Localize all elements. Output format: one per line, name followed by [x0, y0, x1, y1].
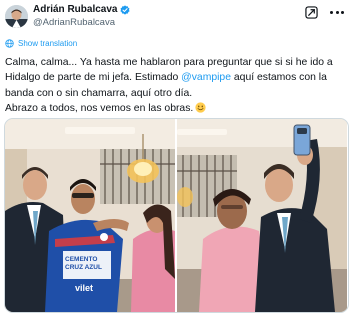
svg-text:CRUZ AZUL: CRUZ AZUL	[65, 264, 102, 271]
svg-text:vilet: vilet	[75, 283, 93, 293]
author-handle[interactable]: @AdrianRubalcava	[33, 17, 130, 29]
svg-text:CEMENTO: CEMENTO	[65, 256, 97, 263]
tweet-text-segment: Abrazo a todos, nos vemos en las obras.	[5, 102, 194, 114]
smiling-face-emoji	[195, 102, 206, 113]
tweet-text-segment: aquí estamos con la	[231, 72, 327, 84]
tweet-text-line: banda con o sin chamarra, aquí otro día.	[5, 87, 193, 99]
show-translation-label: Show translation	[18, 39, 78, 48]
tweet-text-segment: Hidalgo de parte de mi jefa. Estimado	[5, 72, 182, 84]
grok-icon[interactable]	[305, 6, 318, 19]
media-grid: CEMENTO CRUZ AZUL vilet	[4, 118, 349, 313]
verified-badge-icon	[120, 5, 131, 15]
photo-2[interactable]	[177, 119, 347, 312]
author-name[interactable]: Adrián Rubalcava	[33, 4, 117, 16]
globe-icon	[5, 39, 14, 48]
tweet-text: Calma, calma... Ya hasta me hablaron par…	[5, 55, 347, 116]
mention-link[interactable]: @vampipe	[181, 72, 231, 83]
show-translation-button[interactable]: Show translation	[5, 39, 77, 48]
more-options-icon[interactable]	[330, 6, 344, 19]
avatar[interactable]	[5, 5, 28, 28]
photo-1[interactable]: CEMENTO CRUZ AZUL vilet	[5, 119, 175, 312]
tweet-text-line: Hidalgo de parte de mi jefa. Estimado @v…	[5, 70, 347, 85]
tweet-text-line: Calma, calma... Ya hasta me hablaron par…	[5, 57, 333, 68]
tweet-card[interactable]: Adrián Rubalcava @AdrianRubalcava Show t…	[0, 0, 350, 317]
tweet-text-line: Abrazo a todos, nos vemos en las obras.	[5, 101, 347, 116]
